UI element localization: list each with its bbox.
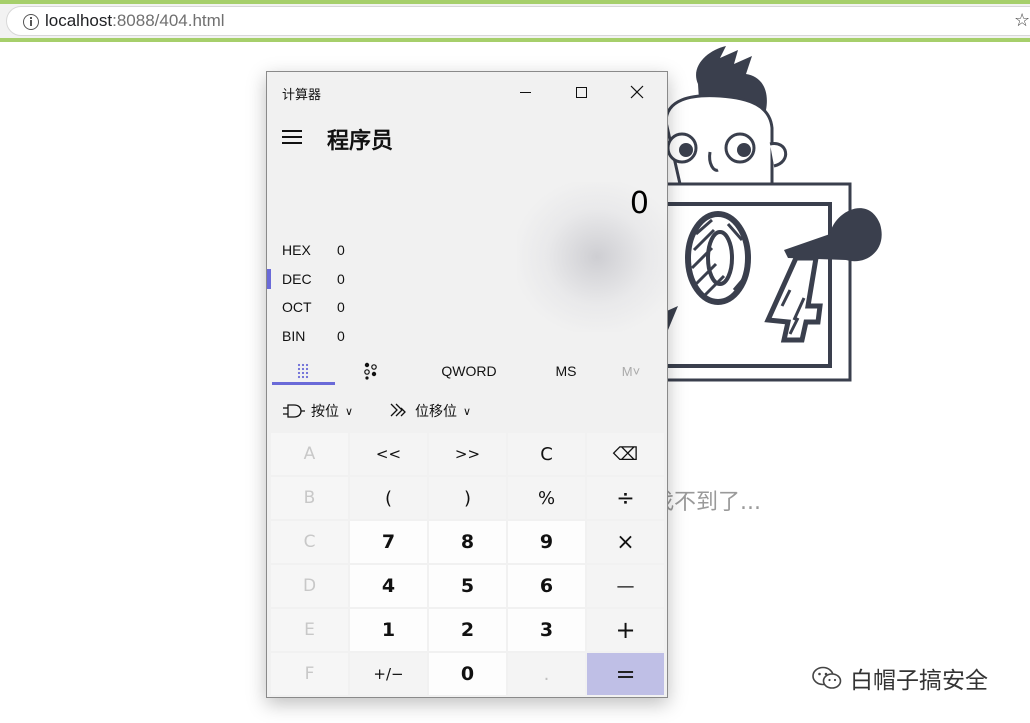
key-b[interactable]: B xyxy=(271,477,348,519)
key-negate[interactable]: +/− xyxy=(350,653,427,695)
key-4[interactable]: 4 xyxy=(350,565,427,607)
key-open-paren[interactable]: ( xyxy=(350,477,427,519)
key-a[interactable]: A xyxy=(271,433,348,475)
close-icon xyxy=(630,85,644,99)
base-row-oct[interactable]: OCT 0 xyxy=(267,295,667,319)
chevron-down-icon: ∨ xyxy=(463,404,472,418)
key-1[interactable]: 1 xyxy=(350,609,427,651)
bitwise-dropdown[interactable]: 按位 ∨ xyxy=(283,398,353,424)
key-9[interactable]: 9 xyxy=(508,521,585,563)
title-bar[interactable]: 计算器 xyxy=(267,72,667,112)
key-percent[interactable]: % xyxy=(508,477,585,519)
watermark: 白帽子搞安全 xyxy=(812,660,988,696)
key-shift-right[interactable]: >> xyxy=(429,433,506,475)
navigation-menu-button[interactable] xyxy=(282,130,304,146)
selected-base-indicator xyxy=(267,269,271,289)
key-shift-left[interactable]: << xyxy=(350,433,427,475)
url-text[interactable]: localhost:8088/404.html xyxy=(45,11,225,31)
keypad-grid-icon xyxy=(297,363,308,379)
bit-toggle-icon xyxy=(364,362,377,380)
url-host: localhost xyxy=(45,11,113,30)
key-equals[interactable]: = xyxy=(587,653,664,695)
key-c-hex[interactable]: C xyxy=(271,521,348,563)
base-row-bin[interactable]: BIN 0 xyxy=(267,324,667,348)
browser-toolbar: localhost:8088/404.html ☆ xyxy=(0,0,1030,42)
key-multiply[interactable]: × xyxy=(587,521,664,563)
tab-bit-toggle[interactable] xyxy=(345,356,397,386)
base-label: HEX xyxy=(282,242,311,258)
key-clear[interactable]: C xyxy=(508,433,585,475)
keypad-tabs: QWORD MS M˅ xyxy=(267,356,667,386)
maximize-button[interactable] xyxy=(555,72,607,112)
bit-shift-icon xyxy=(390,403,406,417)
bit-shift-label: 位移位 xyxy=(415,404,457,420)
info-icon[interactable] xyxy=(23,14,39,30)
keypad: A << >> C ⌫ B ( ) % ÷ C 7 8 9 × D 4 5 6 … xyxy=(271,433,664,695)
key-e[interactable]: E xyxy=(271,609,348,651)
base-row-hex[interactable]: HEX 0 xyxy=(267,238,667,262)
url-path: :8088/404.html xyxy=(112,11,225,30)
chevron-down-icon: ∨ xyxy=(345,404,354,418)
word-size-button[interactable]: QWORD xyxy=(427,356,511,386)
bitwise-label: 按位 xyxy=(311,404,339,420)
key-5[interactable]: 5 xyxy=(429,565,506,607)
key-7[interactable]: 7 xyxy=(350,521,427,563)
address-bar[interactable]: localhost:8088/404.html xyxy=(6,6,1030,36)
key-divide[interactable]: ÷ xyxy=(587,477,664,519)
key-6[interactable]: 6 xyxy=(508,565,585,607)
base-row-dec[interactable]: DEC 0 xyxy=(267,267,667,291)
key-d[interactable]: D xyxy=(271,565,348,607)
calculator-window: 计算器 程序员 0 HEX 0 DEC 0 OCT 0 BIN 0 QWORD … xyxy=(266,71,668,698)
wechat-icon xyxy=(812,666,842,689)
base-value: 0 xyxy=(337,271,345,287)
base-value: 0 xyxy=(337,328,345,344)
base-label: OCT xyxy=(282,299,312,315)
bit-shift-dropdown[interactable]: 位移位 ∨ xyxy=(389,398,471,424)
window-title: 计算器 xyxy=(282,88,322,103)
close-button[interactable] xyxy=(611,72,663,112)
key-8[interactable]: 8 xyxy=(429,521,506,563)
base-value: 0 xyxy=(337,299,345,315)
base-value: 0 xyxy=(337,242,345,258)
minimize-button[interactable] xyxy=(499,72,551,112)
logic-gate-icon xyxy=(283,404,305,418)
memory-store-button[interactable]: MS xyxy=(539,356,593,386)
bit-operation-row: 按位 ∨ 位移位 ∨ xyxy=(267,398,667,424)
key-subtract[interactable]: — xyxy=(587,565,664,607)
memory-list-button[interactable]: M˅ xyxy=(609,356,653,386)
key-2[interactable]: 2 xyxy=(429,609,506,651)
key-close-paren[interactable]: ) xyxy=(429,477,506,519)
watermark-text: 白帽子搞安全 xyxy=(850,668,988,694)
key-3[interactable]: 3 xyxy=(508,609,585,651)
maximize-icon xyxy=(575,86,587,98)
bookmark-star-icon[interactable]: ☆ xyxy=(1014,10,1030,31)
active-tab-underline xyxy=(272,382,335,385)
key-add[interactable]: + xyxy=(587,609,664,651)
key-f[interactable]: F xyxy=(271,653,348,695)
key-decimal[interactable]: . xyxy=(508,653,585,695)
minimize-icon xyxy=(519,91,531,93)
key-0[interactable]: 0 xyxy=(429,653,506,695)
mode-title: 程序员 xyxy=(327,129,394,154)
backspace-icon[interactable]: ⌫ xyxy=(587,433,664,475)
result-display: 0 xyxy=(629,186,649,221)
base-label: BIN xyxy=(282,328,306,344)
base-label: DEC xyxy=(282,271,312,287)
